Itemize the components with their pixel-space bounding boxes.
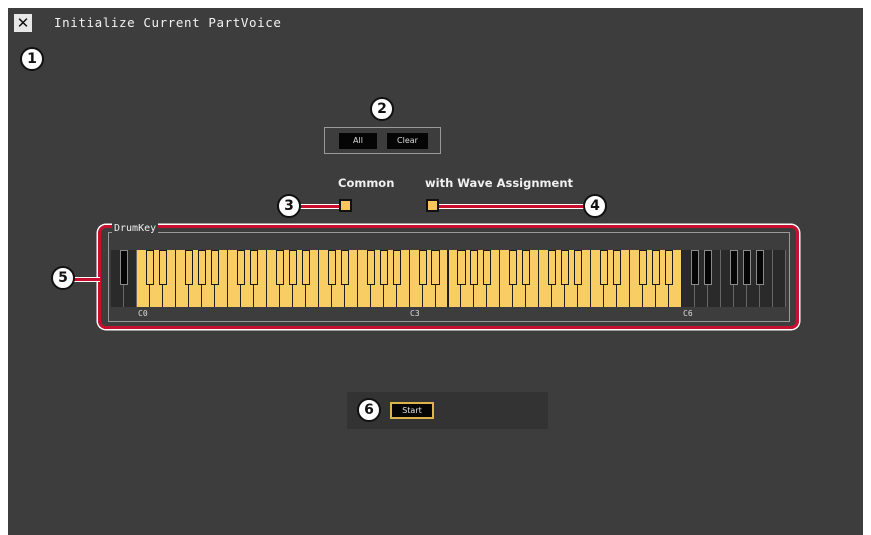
black-key[interactable] <box>509 250 518 285</box>
black-key[interactable] <box>470 250 479 285</box>
start-button[interactable]: Start <box>390 402 434 419</box>
black-key[interactable] <box>457 250 466 285</box>
black-key[interactable] <box>483 250 492 285</box>
callout-5: 5 <box>51 266 75 290</box>
callout-6: 6 <box>357 398 381 422</box>
black-key[interactable] <box>574 250 583 285</box>
callout-4: 4 <box>583 194 607 218</box>
black-key[interactable] <box>756 250 765 285</box>
black-key[interactable] <box>288 250 297 285</box>
black-key[interactable] <box>145 250 154 285</box>
black-key[interactable] <box>639 250 648 285</box>
black-key[interactable] <box>600 250 609 285</box>
black-key[interactable] <box>522 250 531 285</box>
black-key[interactable] <box>418 250 427 285</box>
drum-key-label: DrumKey <box>112 223 159 235</box>
close-icon[interactable]: ✕ <box>14 14 32 32</box>
black-key[interactable] <box>431 250 440 285</box>
black-key[interactable] <box>366 250 375 285</box>
wave-assignment-label: with Wave Assignment <box>425 176 574 190</box>
black-key[interactable] <box>548 250 557 285</box>
black-key[interactable] <box>275 250 284 285</box>
black-key[interactable] <box>704 250 713 285</box>
black-key[interactable] <box>561 250 570 285</box>
black-key[interactable] <box>665 250 674 285</box>
black-key[interactable] <box>236 250 245 285</box>
black-key[interactable] <box>691 250 700 285</box>
black-key[interactable] <box>119 250 128 285</box>
callout-4-line <box>436 204 585 209</box>
dialog-title: Initialize Current PartVoice <box>54 15 282 30</box>
drum-keyboard <box>111 250 786 307</box>
clear-button[interactable]: Clear <box>387 133 428 149</box>
wave-assignment-checkbox[interactable] <box>426 199 439 212</box>
all-button[interactable]: All <box>339 133 377 149</box>
callout-5-line <box>74 277 100 282</box>
selection-button-group: All Clear <box>324 127 441 154</box>
black-key[interactable] <box>249 250 258 285</box>
callout-2: 2 <box>370 97 394 121</box>
black-key[interactable] <box>158 250 167 285</box>
callout-1: 1 <box>20 47 44 71</box>
black-key[interactable] <box>197 250 206 285</box>
black-key[interactable] <box>392 250 401 285</box>
black-key[interactable] <box>340 250 349 285</box>
common-label: Common <box>338 176 395 190</box>
common-checkbox[interactable] <box>339 199 352 212</box>
black-key[interactable] <box>743 250 752 285</box>
black-key[interactable] <box>379 250 388 285</box>
black-key[interactable] <box>184 250 193 285</box>
black-key[interactable] <box>327 250 336 285</box>
white-key[interactable] <box>773 250 786 307</box>
black-key[interactable] <box>730 250 739 285</box>
black-key[interactable] <box>613 250 622 285</box>
callout-3-line <box>300 204 340 209</box>
octave-label-c3: C3 <box>410 309 420 318</box>
octave-label-c0: C0 <box>138 309 148 318</box>
octave-label-c6: C6 <box>683 309 693 318</box>
black-key[interactable] <box>652 250 661 285</box>
black-key[interactable] <box>301 250 310 285</box>
callout-3: 3 <box>277 194 301 218</box>
black-key[interactable] <box>210 250 219 285</box>
